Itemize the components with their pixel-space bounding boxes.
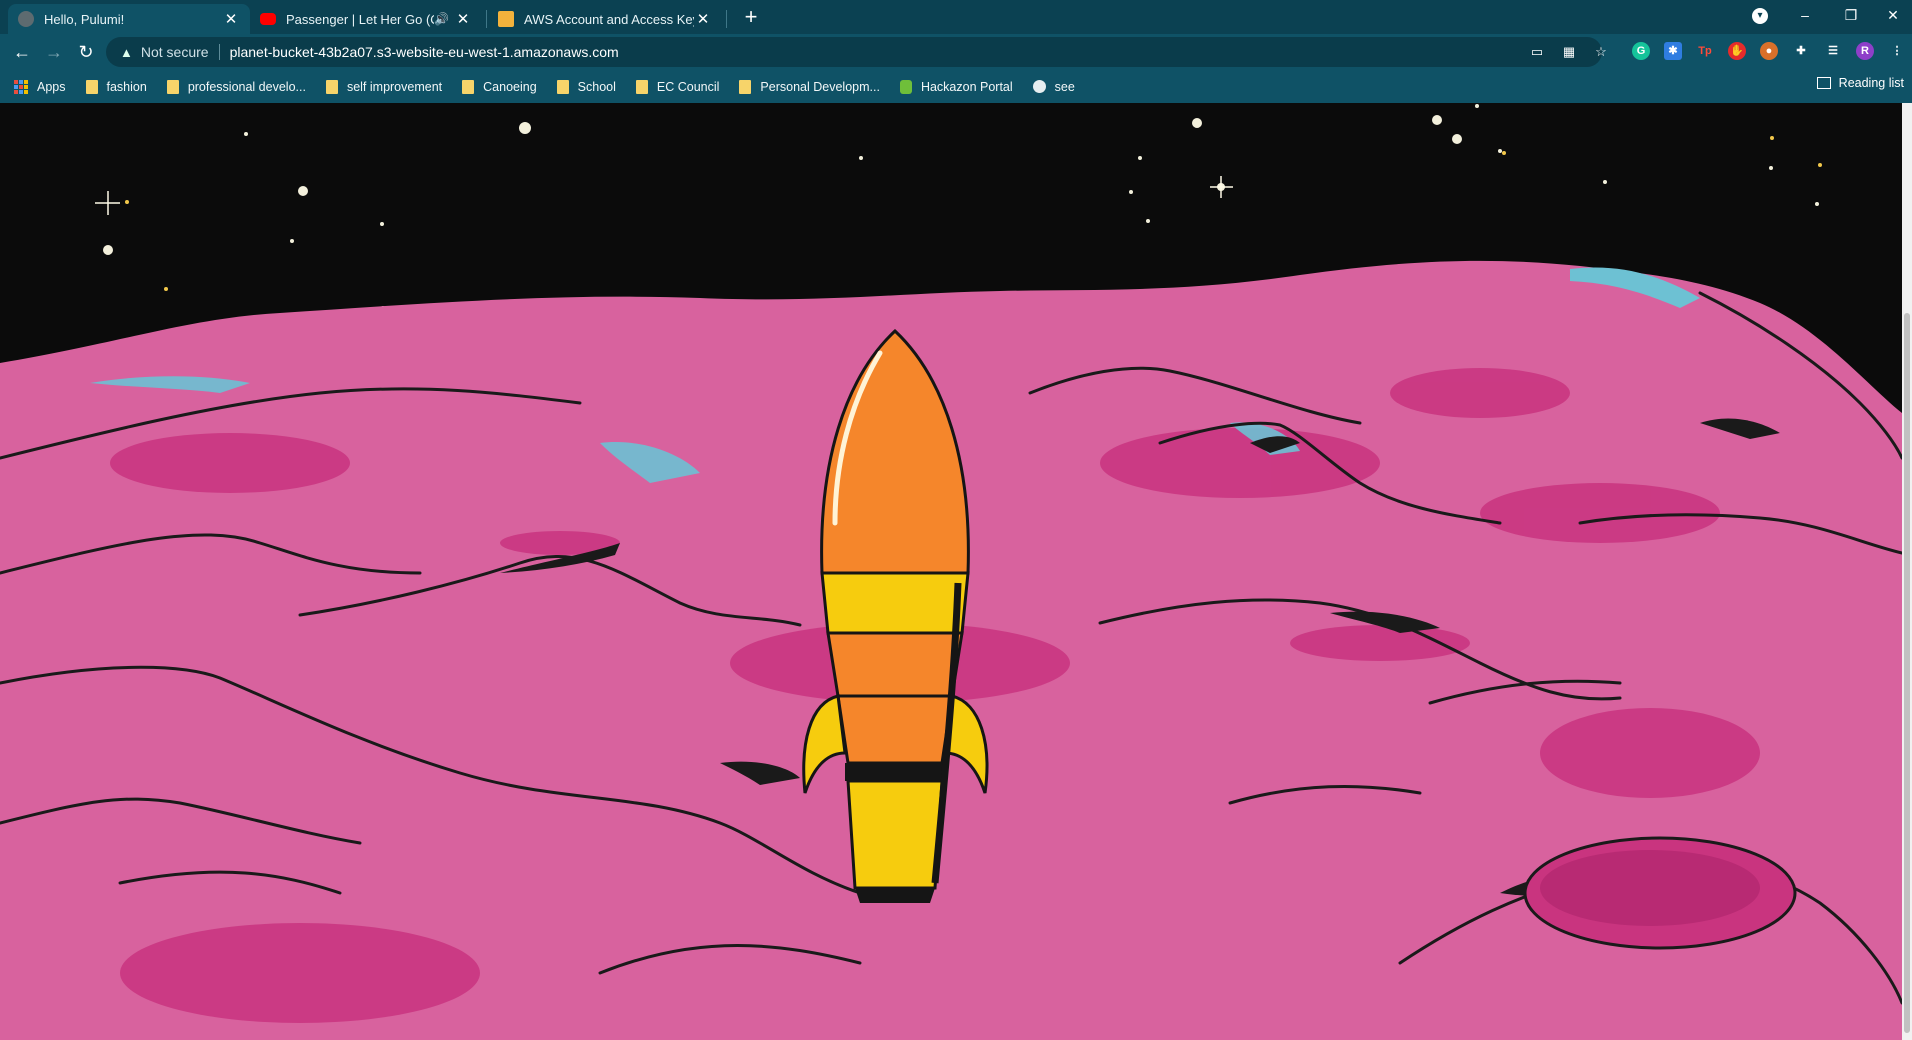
cookie-icon[interactable]: ● bbox=[1760, 42, 1778, 60]
media-queue-icon[interactable]: ☰ bbox=[1824, 42, 1842, 60]
scrollbar-thumb[interactable] bbox=[1904, 313, 1910, 1033]
tab-hello-pulumi[interactable]: Hello, Pulumi! ✕ bbox=[8, 4, 250, 34]
tab-title: Hello, Pulumi! bbox=[44, 11, 125, 27]
browser-chrome: Hello, Pulumi! ✕ Passenger | Let Her Go … bbox=[0, 0, 1912, 103]
close-tab-icon[interactable]: ✕ bbox=[222, 10, 240, 28]
bookmark-label: professional develo... bbox=[187, 79, 306, 94]
reading-list-icon bbox=[1816, 77, 1831, 89]
menu-kebab-icon[interactable]: ⋮ bbox=[1888, 42, 1906, 60]
forward-button[interactable]: → bbox=[40, 38, 68, 66]
back-button[interactable]: ← bbox=[8, 38, 36, 66]
bookmark-label: Personal Developm... bbox=[760, 79, 880, 94]
cast-icon[interactable]: ▭ bbox=[1528, 43, 1546, 61]
bookmark-apps[interactable]: Apps bbox=[14, 79, 66, 94]
grammarly-icon[interactable]: G bbox=[1632, 42, 1650, 60]
bookmark-self-improvement[interactable]: self improvement bbox=[325, 79, 443, 94]
rocket-engine-section bbox=[846, 779, 944, 890]
bookmark-canoeing[interactable]: Canoeing bbox=[462, 79, 537, 94]
bookmark-label: fashion bbox=[106, 79, 147, 94]
bookmark-fashion[interactable]: fashion bbox=[85, 79, 147, 94]
globe-icon bbox=[18, 11, 34, 27]
bookmark-professional-development[interactable]: professional develo... bbox=[166, 79, 306, 94]
tab-aws-keys[interactable]: AWS Account and Access Keys - ✕ bbox=[488, 4, 722, 34]
minimize-button[interactable]: – bbox=[1782, 0, 1828, 32]
bookmark-label: Apps bbox=[37, 79, 66, 94]
tab-title: AWS Account and Access Keys - bbox=[524, 11, 694, 27]
tab-divider bbox=[726, 10, 727, 28]
adblock-icon[interactable]: ✋ bbox=[1728, 42, 1746, 60]
bookmark-label: Canoeing bbox=[483, 79, 537, 94]
reading-list-label: Reading list bbox=[1838, 76, 1904, 90]
page-scrollbar[interactable] bbox=[1902, 103, 1912, 1040]
folder-icon bbox=[166, 79, 179, 94]
bookmark-label: Hackazon Portal bbox=[920, 79, 1013, 94]
folder-icon bbox=[739, 79, 752, 94]
tab-youtube-passenger[interactable]: Passenger | Let Her Go (Offic 🔊 ✕ bbox=[250, 4, 482, 34]
tab-divider bbox=[486, 10, 487, 28]
aws-icon bbox=[498, 11, 514, 27]
globe-icon bbox=[1032, 80, 1046, 93]
rocket-band-top bbox=[820, 571, 970, 635]
page-viewport bbox=[0, 103, 1902, 1040]
address-bar[interactable]: ▲ Not secure planet-bucket-43b2a07.s3-we… bbox=[106, 37, 1602, 67]
bookmark-see[interactable]: see bbox=[1032, 79, 1075, 94]
tab-strip: Hello, Pulumi! ✕ Passenger | Let Her Go … bbox=[0, 0, 1912, 34]
toolbar: ← → ↻ ▲ Not secure planet-bucket-43b2a07… bbox=[0, 34, 1912, 70]
folder-icon bbox=[556, 79, 569, 94]
rocket-band-lower bbox=[836, 694, 954, 765]
rocket-nozzle bbox=[855, 888, 935, 903]
folder-icon bbox=[85, 79, 98, 94]
tab-search-icon[interactable]: ▾ bbox=[1752, 8, 1768, 24]
address-divider bbox=[218, 44, 220, 60]
security-label[interactable]: Not secure bbox=[141, 44, 209, 60]
avatar[interactable]: R bbox=[1856, 42, 1874, 60]
tab-title: Passenger | Let Her Go (Offic bbox=[286, 11, 434, 27]
bookmark-school[interactable]: School bbox=[556, 79, 616, 94]
close-tab-icon[interactable]: ✕ bbox=[694, 10, 712, 28]
apps-grid-icon bbox=[14, 79, 28, 94]
tp-extension-icon[interactable]: Tp bbox=[1696, 42, 1714, 60]
folder-icon bbox=[462, 79, 475, 94]
planet-scene-illustration bbox=[0, 103, 1902, 1040]
bookmark-label: EC Council bbox=[656, 79, 720, 94]
extensions-puzzle-icon[interactable]: ✚ bbox=[1792, 42, 1810, 60]
bookmarks-bar: Apps fashion professional develo... self… bbox=[0, 70, 1912, 103]
crater-floor bbox=[1540, 850, 1760, 926]
bookmark-label: see bbox=[1054, 79, 1075, 94]
hackazon-icon bbox=[899, 79, 912, 94]
restore-button[interactable]: ❐ bbox=[1828, 0, 1874, 32]
bookmark-label: School bbox=[577, 79, 616, 94]
url-text[interactable]: planet-bucket-43b2a07.s3-website-eu-west… bbox=[230, 44, 619, 60]
bookmark-star-icon[interactable]: ☆ bbox=[1592, 43, 1610, 61]
bookmark-ec-council[interactable]: EC Council bbox=[635, 79, 720, 94]
rocket-band-middle bbox=[826, 631, 964, 698]
youtube-icon bbox=[260, 13, 276, 25]
close-tab-icon[interactable]: ✕ bbox=[454, 10, 472, 28]
reading-list-button[interactable]: Reading list bbox=[1816, 76, 1904, 90]
snowflake-icon[interactable]: ✱ bbox=[1664, 42, 1682, 60]
rocket-collar bbox=[845, 763, 945, 781]
folder-icon bbox=[635, 79, 648, 94]
bookmark-personal-development[interactable]: Personal Developm... bbox=[739, 79, 880, 94]
bookmark-label: self improvement bbox=[346, 79, 443, 94]
speaker-icon[interactable]: 🔊 bbox=[434, 12, 450, 26]
folder-icon bbox=[325, 79, 338, 94]
warning-icon[interactable]: ▲ bbox=[120, 45, 133, 60]
qr-code-icon[interactable]: ▦ bbox=[1560, 43, 1578, 61]
reload-button[interactable]: ↻ bbox=[72, 38, 100, 66]
close-window-button[interactable]: ✕ bbox=[1874, 0, 1912, 32]
bookmark-hackazon-portal[interactable]: Hackazon Portal bbox=[899, 79, 1013, 94]
new-tab-button[interactable]: + bbox=[737, 4, 765, 32]
